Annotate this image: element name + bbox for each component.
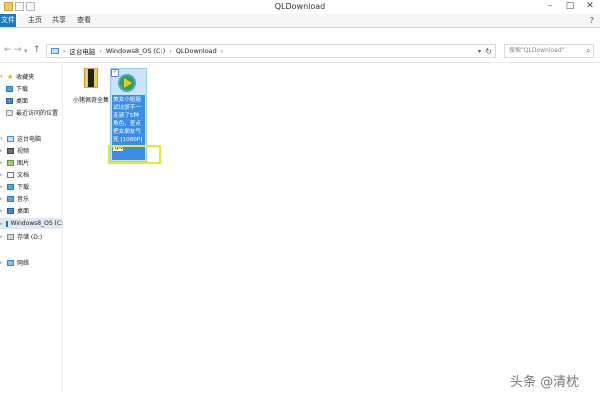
nav-this-pc[interactable]: ▾ 这台电脑 bbox=[0, 133, 41, 144]
help-icon[interactable]: ? bbox=[590, 16, 594, 25]
checkbox-icon[interactable]: ✓ bbox=[111, 69, 119, 77]
download-folder-icon bbox=[6, 85, 13, 92]
computer-icon bbox=[51, 48, 59, 54]
nav-item-label: 最近访问的位置 bbox=[16, 110, 59, 117]
nav-item-label: 文档 bbox=[17, 172, 30, 179]
collapse-chevron-icon[interactable]: ▸ bbox=[0, 172, 4, 178]
video-folder-icon bbox=[7, 147, 14, 154]
collapse-chevron-icon[interactable]: ▸ bbox=[0, 234, 4, 240]
collapse-chevron-icon[interactable]: ▸ bbox=[0, 208, 4, 214]
nav-item-label: Windows8_OS (C: bbox=[10, 220, 64, 227]
watermark: 头条 @清枕 bbox=[510, 375, 580, 390]
nav-item-label: 图片 bbox=[17, 160, 30, 167]
nav-item-desktop[interactable]: 桌面 bbox=[6, 95, 28, 106]
recent-places-icon bbox=[6, 109, 13, 116]
title-bar: QLDownload – □ ✕ bbox=[0, 0, 600, 15]
nav-item-drive-c[interactable]: ▸ Windows8_OS (C: bbox=[0, 218, 64, 229]
navigation-pane: ▾ ★ 收藏夹 下载 桌面 最近访问的位置 ▾ 这台电脑 ▸ 视频 ▸ 图片 ▸… bbox=[0, 63, 63, 393]
collapse-chevron-icon[interactable]: ▸ bbox=[0, 160, 4, 166]
play-icon bbox=[124, 78, 132, 88]
window-title: QLDownload bbox=[274, 2, 326, 11]
windows-drive-icon bbox=[5, 220, 8, 227]
forward-arrow-icon[interactable]: → bbox=[14, 45, 22, 55]
nav-item-documents[interactable]: ▸ 文档 bbox=[0, 169, 29, 180]
nav-network[interactable]: ▸ 网络 bbox=[0, 257, 29, 268]
address-row: ← → ▾ ↑ › 这台电脑 › Windows8_OS (C:) › QLDo… bbox=[0, 40, 600, 63]
nav-item-pc-downloads[interactable]: ▸ 下载 bbox=[0, 181, 29, 192]
tab-home[interactable]: 主页 bbox=[23, 14, 47, 27]
computer-icon bbox=[7, 135, 14, 142]
nav-item-drive-d[interactable]: ▸ 存储 (D:) bbox=[0, 231, 42, 242]
nav-favorites[interactable]: ▾ ★ 收藏夹 bbox=[0, 71, 34, 82]
close-button[interactable]: ✕ bbox=[584, 1, 596, 11]
nav-item-music[interactable]: ▸ 音乐 bbox=[0, 193, 29, 204]
maximize-button[interactable]: □ bbox=[564, 1, 576, 11]
download-folder-icon bbox=[7, 183, 14, 190]
collapse-chevron-icon[interactable]: ▸ bbox=[0, 148, 4, 154]
tab-file[interactable]: 文件 bbox=[0, 14, 16, 27]
nav-item-label: 桌面 bbox=[16, 98, 29, 105]
nav-item-label: 视频 bbox=[17, 148, 30, 155]
nav-item-label: 存储 (D:) bbox=[17, 234, 43, 241]
back-arrow-icon[interactable]: ← bbox=[4, 45, 12, 55]
tab-view[interactable]: 查看 bbox=[72, 14, 96, 27]
window-controls: – □ ✕ bbox=[544, 1, 596, 11]
nav-item-videos[interactable]: ▸ 视频 bbox=[0, 145, 29, 156]
star-icon: ★ bbox=[7, 72, 14, 81]
nav-item-pictures[interactable]: ▸ 图片 bbox=[0, 157, 29, 168]
desktop-icon bbox=[6, 97, 13, 104]
breadcrumb-qldownload[interactable]: QLDownload bbox=[176, 47, 217, 55]
nav-item-label: 桌面 bbox=[17, 208, 30, 215]
nav-this-pc-label: 这台电脑 bbox=[17, 136, 42, 143]
document-folder-icon bbox=[7, 171, 14, 178]
breadcrumb-drive-c[interactable]: Windows8_OS (C:) bbox=[106, 47, 166, 55]
refresh-icon[interactable]: ↻ bbox=[485, 47, 492, 56]
address-bar[interactable]: › 这台电脑 › Windows8_OS (C:) › QLDownload ›… bbox=[46, 44, 496, 58]
zip-folder-icon[interactable] bbox=[84, 68, 98, 88]
breadcrumb-this-pc[interactable]: 这台电脑 bbox=[69, 46, 95, 56]
nav-item-label: 音乐 bbox=[17, 196, 30, 203]
breadcrumb-separator: › bbox=[169, 47, 172, 55]
nav-item-label: 下载 bbox=[16, 86, 29, 93]
up-arrow-icon[interactable]: ↑ bbox=[33, 45, 41, 55]
nav-network-label: 网络 bbox=[17, 260, 30, 267]
rename-quality: [1080P] bbox=[120, 137, 143, 143]
nav-item-recent[interactable]: 最近访问的位置 bbox=[6, 107, 58, 118]
search-input[interactable]: 搜索"QLDownload" bbox=[504, 44, 594, 58]
expand-chevron-icon[interactable]: ▾ bbox=[0, 74, 4, 80]
nav-item-pc-desktop[interactable]: ▸ 桌面 bbox=[0, 205, 29, 216]
breadcrumb-separator: › bbox=[220, 47, 224, 55]
music-folder-icon bbox=[7, 195, 14, 202]
recent-locations-chevron-icon[interactable]: ▾ bbox=[24, 47, 28, 55]
breadcrumb-separator: › bbox=[99, 47, 102, 55]
collapse-chevron-icon[interactable]: ▸ bbox=[0, 260, 4, 266]
ribbon: 文件 主页 共享 查看 ? bbox=[0, 14, 600, 28]
file-name[interactable]: 小猪佩奇全集 bbox=[72, 97, 110, 105]
nav-item-label: 下载 bbox=[17, 184, 30, 191]
collapse-chevron-icon[interactable]: ▸ bbox=[0, 221, 3, 227]
tab-share[interactable]: 共享 bbox=[47, 14, 71, 27]
nav-item-downloads[interactable]: 下载 bbox=[6, 83, 28, 94]
picture-folder-icon bbox=[7, 159, 14, 166]
highlight-box bbox=[108, 145, 161, 164]
minimize-button[interactable]: – bbox=[544, 1, 556, 11]
desktop-icon bbox=[7, 207, 14, 214]
collapse-chevron-icon[interactable]: ▸ bbox=[0, 196, 4, 202]
network-icon bbox=[7, 259, 14, 266]
breadcrumb-separator: › bbox=[63, 47, 66, 55]
nav-favorites-label: 收藏夹 bbox=[16, 74, 35, 81]
expand-chevron-icon[interactable]: ▾ bbox=[0, 136, 4, 142]
hard-drive-icon bbox=[7, 233, 14, 240]
address-dropdown-icon[interactable]: ▾ bbox=[478, 48, 481, 55]
collapse-chevron-icon[interactable]: ▸ bbox=[0, 184, 4, 190]
search-icon[interactable]: ⌕ bbox=[586, 46, 590, 56]
